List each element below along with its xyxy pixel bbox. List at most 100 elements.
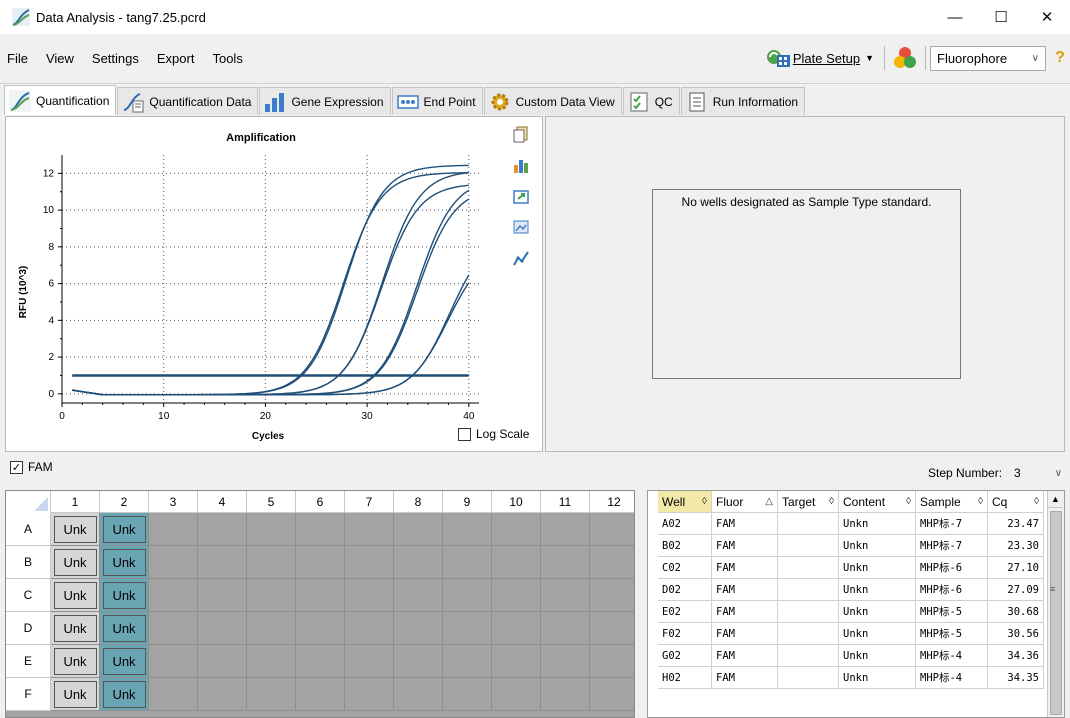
plate-well[interactable] (345, 579, 394, 612)
plate-column-header[interactable]: 6 (296, 491, 345, 513)
amplification-curve-g02[interactable] (72, 274, 470, 396)
plate-well[interactable] (247, 612, 296, 645)
header-target[interactable]: Target ◊ (778, 491, 839, 513)
export-icon[interactable] (512, 187, 530, 205)
menu-export[interactable]: Export (157, 51, 195, 66)
plate-well[interactable] (198, 645, 247, 678)
plate-well[interactable] (492, 513, 541, 546)
plate-well[interactable] (443, 678, 492, 711)
plate-well[interactable] (296, 546, 345, 579)
plate-well[interactable] (247, 678, 296, 711)
close-button[interactable]: ✕ (1024, 0, 1070, 34)
plate-well[interactable] (541, 612, 590, 645)
plate-well[interactable] (296, 513, 345, 546)
log-scale-checkbox[interactable] (458, 427, 471, 441)
fam-checkbox[interactable]: ✓ (10, 460, 23, 474)
table-row[interactable]: F02 FAM Unkn MHP标-5 30.56 (658, 623, 1044, 645)
tab-qc[interactable]: QC (622, 87, 680, 115)
plate-well[interactable]: Unk (51, 645, 100, 678)
log-scale-toggle[interactable]: Log Scale (458, 427, 529, 441)
plate-column-header[interactable]: 1 (51, 491, 100, 513)
plate-well[interactable] (345, 678, 394, 711)
image-icon[interactable] (512, 218, 530, 236)
plate-column-header[interactable]: 10 (492, 491, 541, 513)
table-row[interactable]: C02 FAM Unkn MHP标-6 27.10 (658, 557, 1044, 579)
table-row[interactable]: E02 FAM Unkn MHP标-5 30.68 (658, 601, 1044, 623)
plate-well[interactable] (394, 546, 443, 579)
header-well[interactable]: Well ◊ (658, 491, 712, 513)
plate-row-header[interactable]: E (6, 645, 51, 678)
plate-setup-button[interactable]: Plate Setup ▼ (759, 43, 880, 73)
fluorophore-dropdown[interactable]: Fluorophore ∨ (930, 45, 1046, 71)
plate-well[interactable] (394, 645, 443, 678)
plate-column-header[interactable]: 4 (198, 491, 247, 513)
plate-well[interactable] (443, 645, 492, 678)
tab-custom-data-view[interactable]: Custom Data View (483, 87, 622, 115)
amplification-curve-h02[interactable] (72, 282, 470, 396)
plate-well[interactable] (541, 513, 590, 546)
plate-well[interactable]: Unk (100, 546, 149, 579)
plate-well[interactable]: Unk (100, 579, 149, 612)
tab-end-point[interactable]: End Point (391, 87, 483, 115)
plate-column-header[interactable]: 8 (394, 491, 443, 513)
plate-well[interactable] (198, 678, 247, 711)
plate-well[interactable]: Unk (51, 546, 100, 579)
plate-well[interactable] (394, 678, 443, 711)
plate-well[interactable]: Unk (100, 513, 149, 546)
tab-quantification-data[interactable]: Quantification Data (117, 87, 259, 115)
plate-well[interactable] (247, 546, 296, 579)
plate-well[interactable] (345, 612, 394, 645)
plate-well[interactable] (443, 579, 492, 612)
plate-well[interactable] (443, 513, 492, 546)
menu-tools[interactable]: Tools (212, 51, 242, 66)
plate-well[interactable] (198, 579, 247, 612)
plate-well[interactable] (492, 546, 541, 579)
plate-well[interactable] (345, 645, 394, 678)
plate-well[interactable] (345, 513, 394, 546)
well-group-icon[interactable] (892, 45, 918, 71)
plate-well[interactable] (443, 546, 492, 579)
plate-well[interactable] (492, 678, 541, 711)
table-row[interactable]: H02 FAM Unkn MHP标-4 34.35 (658, 667, 1044, 689)
plate-well[interactable] (590, 612, 634, 645)
plate-well[interactable] (394, 513, 443, 546)
table-row[interactable]: A02 FAM Unkn MHP标-7 23.47 (658, 513, 1044, 535)
plate-well[interactable] (590, 513, 634, 546)
plate-well[interactable] (590, 546, 634, 579)
plate-well[interactable] (345, 546, 394, 579)
plate-well[interactable]: Unk (51, 678, 100, 711)
plate-well[interactable] (149, 513, 198, 546)
plate-well[interactable] (443, 612, 492, 645)
help-icon[interactable]: ? (1050, 49, 1070, 67)
plate-well[interactable] (590, 645, 634, 678)
plate-well[interactable] (590, 579, 634, 612)
minimize-button[interactable]: — (932, 0, 978, 34)
amplification-curve-a02[interactable] (72, 164, 469, 396)
tab-gene-expression[interactable]: Gene Expression (259, 87, 391, 115)
plate-well[interactable] (394, 612, 443, 645)
amplification-curve-c02[interactable] (72, 184, 469, 396)
plate-column-header[interactable]: 11 (541, 491, 590, 513)
scroll-up-icon[interactable]: ▲ (1048, 491, 1063, 508)
scrollbar-thumb[interactable] (1050, 511, 1062, 715)
plate-well[interactable] (247, 513, 296, 546)
plate-row-header[interactable]: A (6, 513, 51, 546)
plate-well[interactable] (149, 579, 198, 612)
table-scrollbar[interactable]: ▲ ≡ (1047, 491, 1064, 717)
plate-well[interactable] (247, 579, 296, 612)
table-row[interactable]: G02 FAM Unkn MHP标-4 34.36 (658, 645, 1044, 667)
plate-column-header[interactable]: 2 (100, 491, 149, 513)
plate-well[interactable] (296, 645, 345, 678)
plate-well[interactable] (492, 579, 541, 612)
amplification-curve-e02[interactable] (72, 198, 470, 396)
plate-column-header[interactable]: 12 (590, 491, 634, 513)
plate-well[interactable] (590, 678, 634, 711)
plate-column-header[interactable]: 7 (345, 491, 394, 513)
menu-view[interactable]: View (46, 51, 74, 66)
plate-select-all[interactable] (6, 491, 51, 513)
plate-well[interactable] (198, 612, 247, 645)
plate-well[interactable] (541, 678, 590, 711)
maximize-button[interactable]: ☐ (978, 0, 1024, 34)
plate-well[interactable]: Unk (100, 612, 149, 645)
plate-well[interactable]: Unk (100, 678, 149, 711)
